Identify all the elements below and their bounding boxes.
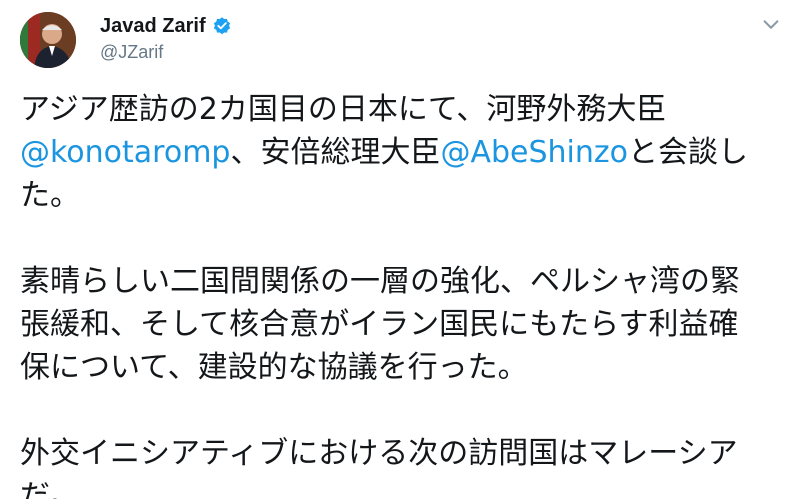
- tweet-line: 張緩和、そして核合意がイラン国民にもたらす利益確: [20, 307, 739, 342]
- tweet-card: Javad Zarif @JZarif アジア歴訪の2カ国目の日本にて、河野外務…: [0, 0, 800, 499]
- mention-link[interactable]: @konotaromp: [20, 135, 230, 170]
- tweet-line: た。: [20, 174, 790, 217]
- tweet-text-segment: と会談し: [628, 135, 748, 170]
- tweet-line: だ。: [20, 479, 80, 499]
- tweet-line: アジア歴訪の2カ国目の日本にて、河野外務大臣: [20, 88, 790, 131]
- avatar[interactable]: [20, 12, 76, 68]
- display-name[interactable]: Javad Zarif: [100, 15, 206, 38]
- tweet-text-segment: 、安倍総理大臣: [230, 135, 441, 170]
- name-row: Javad Zarif: [100, 12, 232, 40]
- tweet-line: 素晴らしい二国間関係の一層の強化、ペルシャ湾の緊: [20, 264, 740, 299]
- verified-badge-icon: [212, 16, 232, 36]
- tweet-text-segment: た。: [20, 178, 80, 213]
- user-handle[interactable]: @JZarif: [100, 42, 232, 63]
- tweet-line: 外交イニシアティブにおける次の訪問国はマレーシア: [20, 436, 738, 471]
- tweet-line: 保について、建設的な協議を行った。: [20, 350, 528, 385]
- tweet-line: @konotaromp、安倍総理大臣@AbeShinzoと会談し: [20, 131, 790, 174]
- tweet-text: アジア歴訪の2カ国目の日本にて、河野外務大臣 @konotaromp、安倍総理大…: [20, 88, 790, 499]
- tweet-header: Javad Zarif @JZarif: [100, 12, 232, 63]
- chevron-down-icon[interactable]: [760, 14, 782, 36]
- mention-link[interactable]: @AbeShinzo: [440, 135, 628, 170]
- tweet-text-segment: アジア歴訪の2カ国目の日本にて、河野外務大臣: [20, 92, 667, 127]
